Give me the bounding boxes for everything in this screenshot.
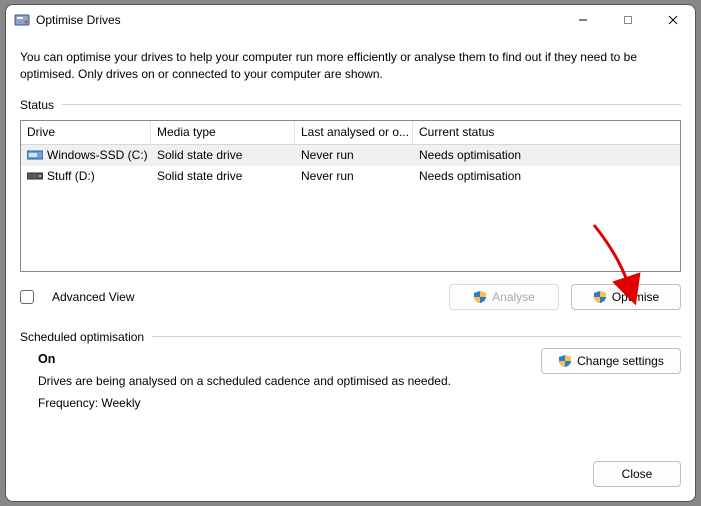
cell-status: Needs optimisation (419, 169, 521, 183)
cell-media: Solid state drive (157, 148, 242, 162)
maximize-button[interactable] (605, 5, 650, 35)
col-status[interactable]: Current status (413, 121, 680, 144)
description-text: You can optimise your drives to help you… (20, 49, 681, 84)
scheduled-label: Scheduled optimisation (20, 330, 144, 344)
col-drive[interactable]: Drive (21, 121, 151, 144)
cell-status: Needs optimisation (419, 148, 521, 162)
change-settings-label: Change settings (577, 354, 664, 368)
close-icon (668, 15, 678, 25)
maximize-icon (623, 15, 633, 25)
shield-icon (558, 354, 572, 368)
col-media[interactable]: Media type (151, 121, 295, 144)
hdd-drive-icon (27, 170, 43, 182)
drives-table[interactable]: Drive Media type Last analysed or o... C… (20, 120, 681, 272)
titlebar: Optimise Drives (6, 5, 695, 35)
scheduled-section: Scheduled optimisation Change settings O… (20, 330, 681, 410)
window-title: Optimise Drives (36, 13, 121, 27)
table-header: Drive Media type Last analysed or o... C… (21, 121, 680, 145)
col-last[interactable]: Last analysed or o... (295, 121, 413, 144)
actions-row: Advanced View Analyse Optimise (20, 284, 681, 310)
ssd-drive-icon (27, 149, 43, 161)
minimize-icon (578, 15, 588, 25)
advanced-view-label: Advanced View (52, 290, 135, 304)
advanced-view-checkbox[interactable] (20, 290, 34, 304)
cell-drive-name: Stuff (D:) (47, 169, 95, 183)
minimize-button[interactable] (560, 5, 605, 35)
analyse-button[interactable]: Analyse (449, 284, 559, 310)
cell-last: Never run (301, 148, 354, 162)
status-section-header: Status (20, 98, 681, 112)
optimise-drives-window: Optimise Drives You can optimise your dr… (5, 4, 696, 502)
table-row[interactable]: Windows-SSD (C:) Solid state drive Never… (21, 145, 680, 166)
divider (62, 104, 681, 105)
app-icon (14, 12, 30, 28)
analyse-label: Analyse (492, 290, 535, 304)
shield-icon (593, 290, 607, 304)
schedule-freq: Frequency: Weekly (38, 396, 681, 410)
close-window-button[interactable] (650, 5, 695, 35)
close-button[interactable]: Close (593, 461, 681, 487)
close-label: Close (622, 467, 653, 481)
optimise-button[interactable]: Optimise (571, 284, 681, 310)
table-row[interactable]: Stuff (D:) Solid state drive Never run N… (21, 166, 680, 187)
footer: Close (6, 451, 695, 501)
divider (152, 336, 681, 337)
cell-drive-name: Windows-SSD (C:) (47, 148, 148, 162)
optimise-label: Optimise (612, 290, 659, 304)
schedule-desc: Drives are being analysed on a scheduled… (38, 374, 681, 388)
shield-icon (473, 290, 487, 304)
status-label: Status (20, 98, 54, 112)
content-area: You can optimise your drives to help you… (6, 35, 695, 451)
cell-media: Solid state drive (157, 169, 242, 183)
change-settings-button[interactable]: Change settings (541, 348, 681, 374)
cell-last: Never run (301, 169, 354, 183)
